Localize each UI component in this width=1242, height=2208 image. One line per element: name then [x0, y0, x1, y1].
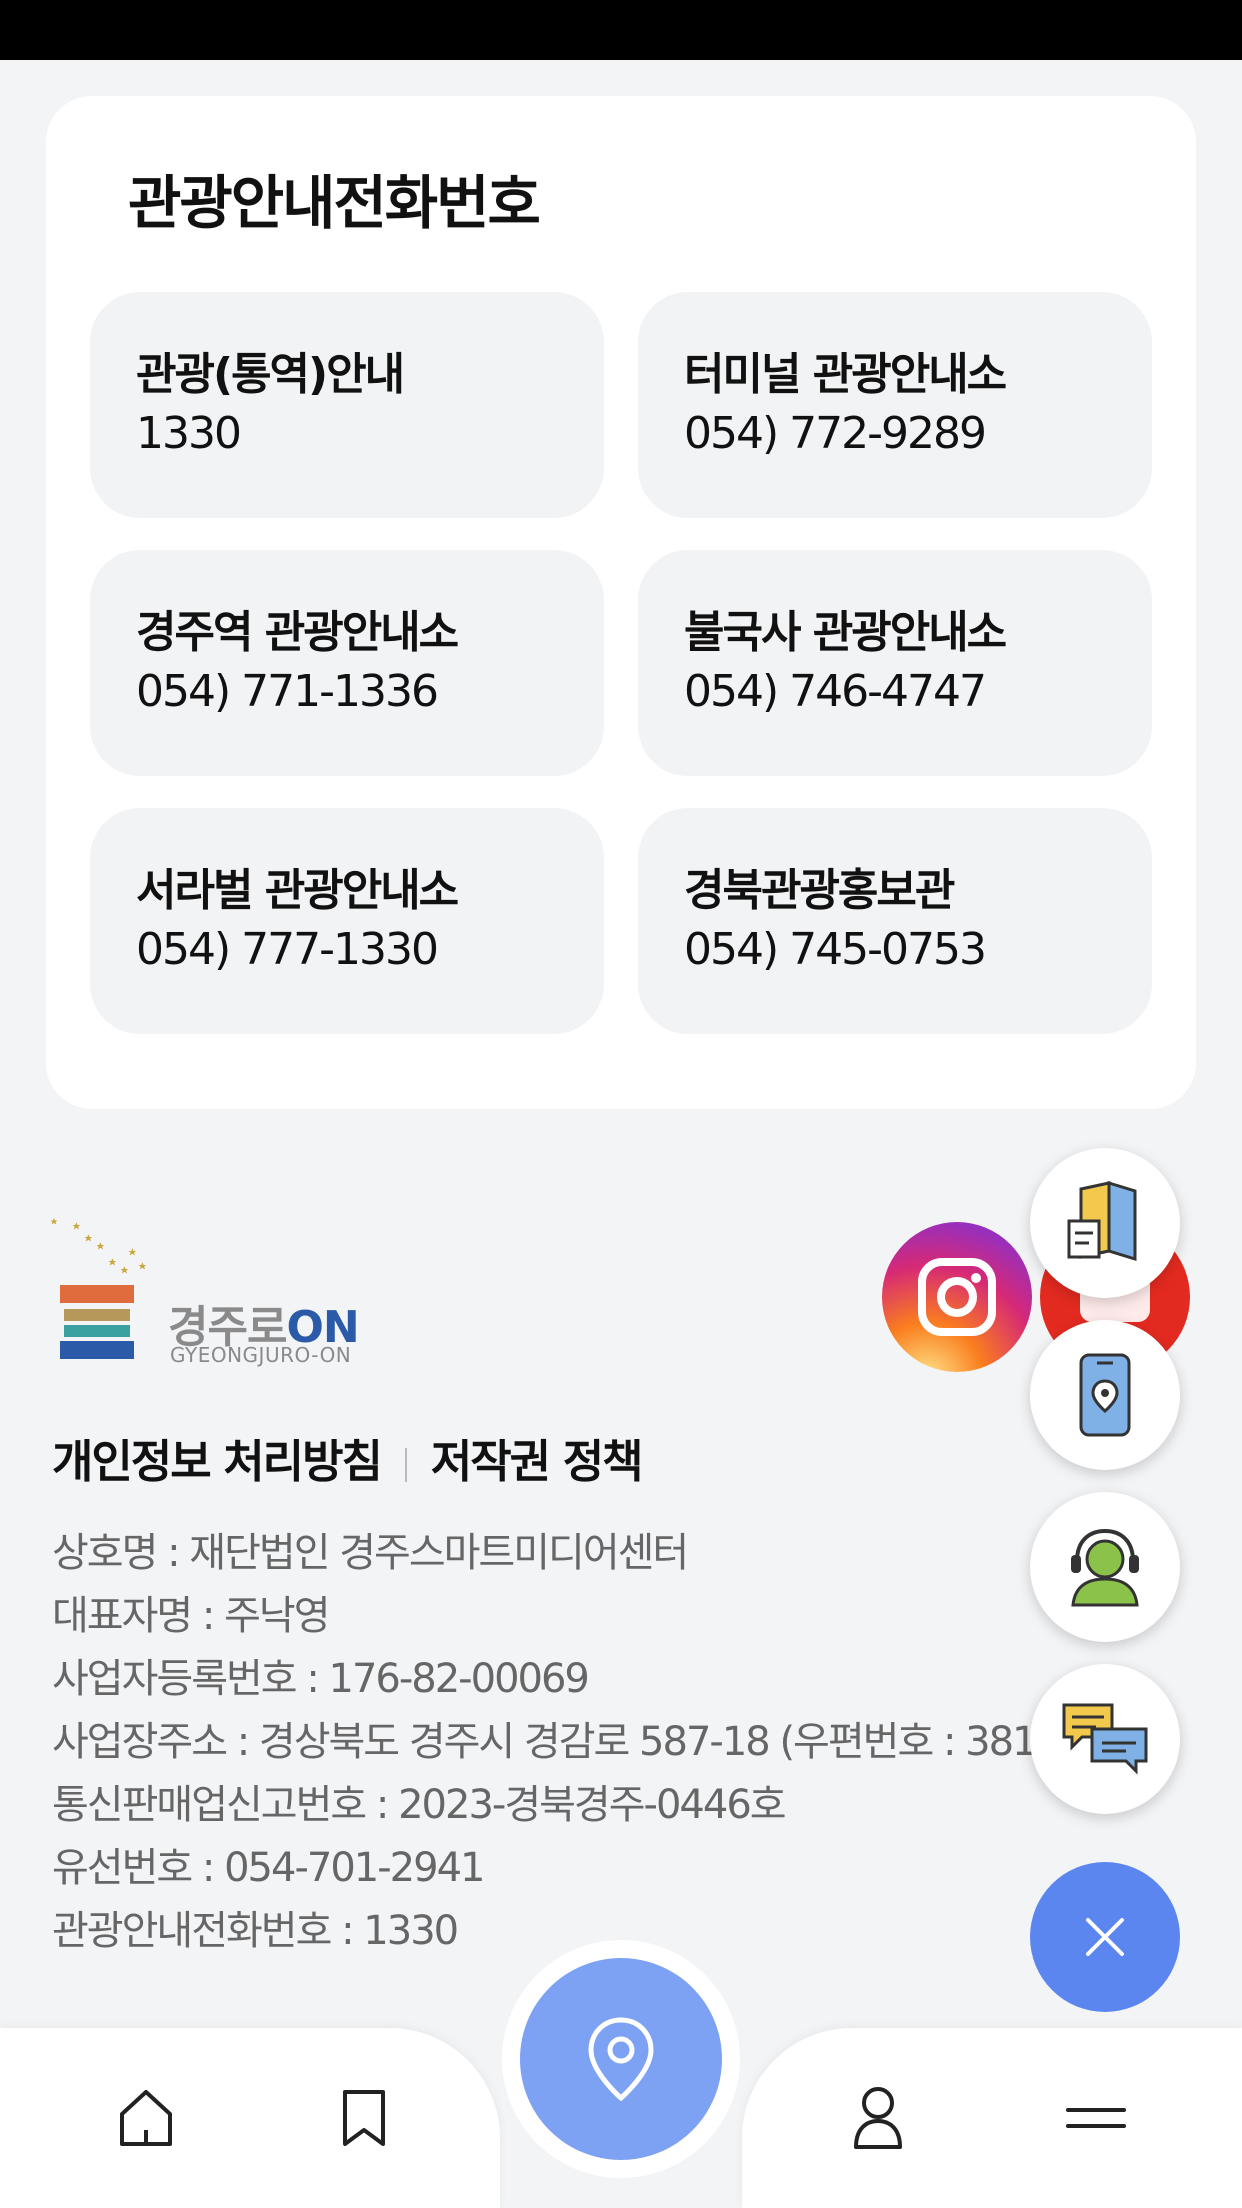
tile-number: 054) 746-4747 [684, 666, 987, 717]
phone-tile[interactable]: 관광(통역)안내 1330 [90, 292, 604, 518]
tile-name: 경북관광홍보관 [684, 865, 955, 916]
tile-number: 054) 745-0753 [684, 924, 987, 975]
nav-bookmark[interactable] [324, 2078, 404, 2158]
nav-right-panel [742, 2028, 1242, 2208]
phone-tile[interactable]: 경주역 관광안내소 054) 771-1336 [90, 550, 604, 776]
nav-left-panel [0, 2028, 500, 2208]
tile-name: 불국사 관광안내소 [684, 607, 1007, 658]
tile-number: 054) 777-1330 [136, 924, 439, 975]
logo-subtext: GYEONGJURO-ON [170, 1343, 352, 1367]
location-guide-button[interactable] [1030, 1320, 1180, 1470]
location-pin-icon [588, 2017, 654, 2102]
support-agent-icon [1071, 1528, 1139, 1607]
bookmark-icon [343, 2090, 385, 2146]
link-divider [404, 1448, 407, 1482]
privacy-policy-link[interactable]: 개인정보 처리방침 [52, 1435, 383, 1488]
tour-map-button[interactable] [1030, 1148, 1180, 1298]
tile-number: 054) 772-9289 [684, 408, 987, 459]
book-map-icon [1067, 1181, 1137, 1262]
copyright-policy-link[interactable]: 저작권 정책 [431, 1435, 644, 1488]
close-menu-button[interactable] [1030, 1862, 1180, 2012]
user-icon [854, 2087, 902, 2149]
card-title: 관광안내전화번호 [128, 169, 541, 237]
tile-name: 경주역 관광안내소 [136, 607, 459, 658]
tile-name: 터미널 관광안내소 [684, 349, 1007, 400]
info-line: 상호명 : 재단법인 경주스마트미디어센터 [52, 1530, 689, 1576]
phone-tile[interactable]: 경북관광홍보관 054) 745-0753 [638, 808, 1152, 1034]
company-info: 상호명 : 재단법인 경주스마트미디어센터 대표자명 : 주낙영 사업자등록번호… [52, 1522, 1098, 1963]
chat-button[interactable] [1030, 1664, 1180, 1814]
instagram-icon [918, 1258, 996, 1336]
info-line: 사업장주소 : 경상북도 경주시 경감로 587-18 (우편번호 : 3811… [52, 1719, 1098, 1765]
info-line: 사업자등록번호 : 176-82-00069 [52, 1656, 590, 1702]
policy-links: 개인정보 처리방침 저작권 정책 [52, 1425, 644, 1490]
info-line: 대표자명 : 주낙영 [52, 1593, 331, 1639]
nav-home[interactable] [106, 2078, 186, 2158]
tile-number: 054) 771-1336 [136, 666, 439, 717]
phone-tile[interactable]: 불국사 관광안내소 054) 746-4747 [638, 550, 1152, 776]
home-icon [120, 2090, 172, 2146]
close-icon [1086, 1918, 1124, 1956]
status-bar [0, 0, 1242, 60]
info-line: 통신판매업신고번호 : 2023-경북경주-0446호 [52, 1782, 787, 1828]
phone-tile[interactable]: 터미널 관광안내소 054) 772-9289 [638, 292, 1152, 518]
phone-location-icon [1079, 1353, 1131, 1437]
nav-menu[interactable] [1056, 2078, 1136, 2158]
logo-mark-icon [50, 1218, 147, 1359]
nav-location-button[interactable] [520, 1958, 722, 2160]
menu-icon [1066, 2108, 1126, 2128]
tourist-phone-card: 관광안내전화번호 관광(통역)안내 1330 터미널 관광안내소 054) 77… [46, 96, 1196, 1109]
footer-logo: 경주로ON GYEONGJURO-ON [50, 1215, 370, 1375]
tile-number: 1330 [136, 408, 242, 459]
nav-profile[interactable] [838, 2078, 918, 2158]
tile-name: 서라벌 관광안내소 [136, 865, 459, 916]
chat-icon [1062, 1703, 1148, 1775]
info-line: 유선번호 : 054-701-2941 [52, 1845, 485, 1891]
phone-tile[interactable]: 서라벌 관광안내소 054) 777-1330 [90, 808, 604, 1034]
instagram-button[interactable] [882, 1222, 1032, 1372]
customer-support-button[interactable] [1030, 1492, 1180, 1642]
tile-name: 관광(통역)안내 [136, 349, 405, 400]
